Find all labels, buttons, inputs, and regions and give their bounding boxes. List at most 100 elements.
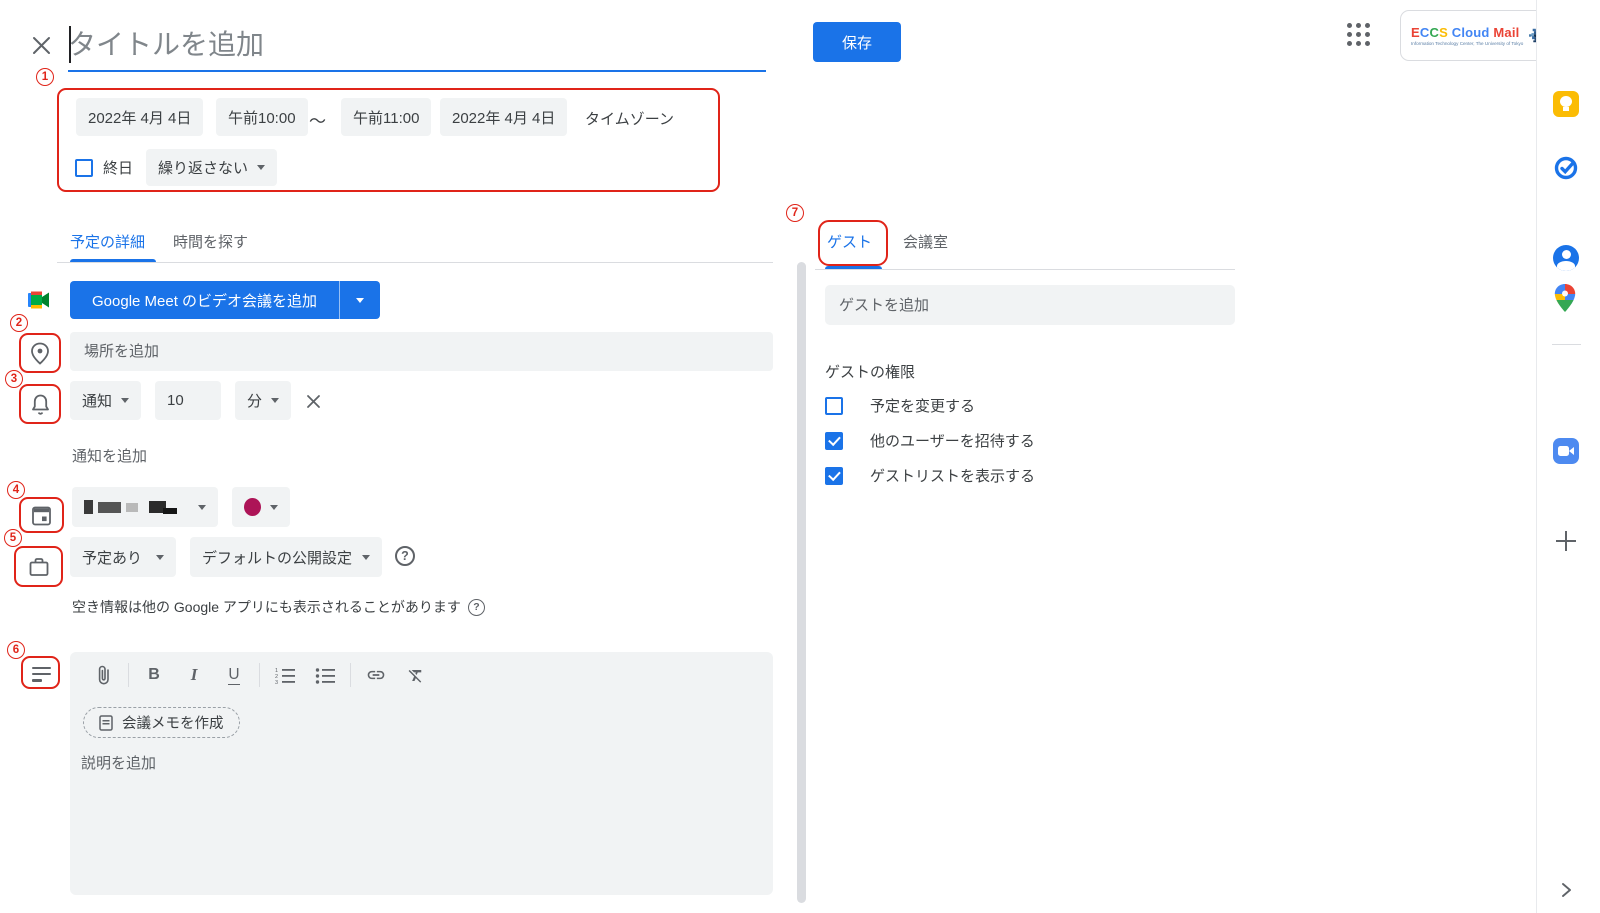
insert-link-icon[interactable] [361,661,391,689]
permission-row: ゲストリストを表示する [825,465,1035,486]
visibility-dropdown[interactable]: デフォルトの公開設定 [190,537,382,577]
chevron-down-icon [198,505,206,510]
brand-letter: S [1439,25,1448,40]
recurrence-label: 繰り返さない [158,157,248,178]
event-title-input[interactable] [68,29,766,61]
see-guest-list-checkbox[interactable] [825,467,843,485]
google-keep-icon[interactable] [1553,91,1579,117]
all-day-checkbox[interactable] [75,159,93,177]
collapse-panel-chevron-icon[interactable] [1556,880,1576,905]
brand-letter: C [1429,25,1439,40]
toolbar-divider [128,663,129,687]
add-meet-conference-button[interactable]: Google Meet のビデオ会議を追加 [70,281,339,319]
add-guests-field[interactable] [825,285,1235,325]
chevron-down-icon [257,165,265,170]
guest-permissions-title: ゲストの権限 [825,361,915,382]
start-time-button[interactable]: 午前10:00 [216,98,308,136]
annotation-1: 1 [36,68,54,86]
notification-unit-label: 分 [247,390,262,411]
bulleted-list-icon[interactable] [310,661,340,689]
start-date-label: 2022年 4月 4日 [88,107,191,128]
invite-others-checkbox[interactable] [825,432,843,450]
all-day-label: 終日 [103,157,133,178]
event-title-field[interactable] [68,20,766,72]
annotation-2: 2 [10,314,28,332]
tab-event-details[interactable]: 予定の詳細 [70,231,145,252]
google-tasks-icon[interactable] [1553,155,1579,181]
annotation-7: 7 [786,204,804,222]
notification-unit-dropdown[interactable]: 分 [235,381,291,420]
notification-minutes-field[interactable] [155,381,221,420]
notification-type-dropdown[interactable]: 通知 [70,381,141,420]
location-pin-icon [28,341,52,365]
attach-file-icon[interactable] [88,661,118,689]
availability-note-text: 空き情報は他の Google アプリにも表示されることがあります [72,597,461,617]
permission-label: 予定を変更する [870,395,975,416]
meet-options-dropdown[interactable] [339,281,380,319]
briefcase-icon [27,555,51,579]
chevron-down-icon [156,555,164,560]
permission-row: 予定を変更する [825,395,975,416]
permission-row: 他のユーザーを招待する [825,430,1035,451]
recurrence-dropdown[interactable]: 繰り返さない [146,149,277,186]
modify-event-checkbox[interactable] [825,397,843,415]
close-button[interactable] [28,32,54,58]
remove-notification-button[interactable] [303,391,323,411]
event-color-dropdown[interactable] [232,487,290,527]
add-guests-input[interactable] [825,285,1235,325]
formatting-toolbar: B I U 1 2 3 [88,661,431,689]
end-time-label: 午前11:00 [353,107,419,128]
event-color-swatch [244,498,261,516]
add-meet-conference-split-button: Google Meet のビデオ会議を追加 [70,281,380,319]
bold-icon[interactable]: B [139,661,169,689]
clear-formatting-icon[interactable] [401,661,431,689]
italic-icon[interactable]: I [179,661,209,689]
description-placeholder[interactable]: 説明を追加 [81,752,156,773]
guests-tabs-divider [815,269,1235,270]
chevron-down-icon [362,555,370,560]
close-icon [32,36,51,55]
brand-subtitle: Information Technology Center, The Unive… [1411,41,1523,46]
timezone-button[interactable]: タイムゾーン [585,108,674,129]
availability-note: 空き情報は他の Google アプリにも表示されることがあります ? [72,597,485,617]
chevron-down-icon [121,398,129,403]
brand-title: ECCS Cloud Mail [1411,25,1523,40]
google-maps-icon[interactable] [1553,283,1579,309]
tab-find-time[interactable]: 時間を探す [173,231,248,252]
notification-minutes-input[interactable] [155,381,221,420]
brand-word-cloud: Cloud [1448,25,1493,40]
all-day-row: 終日 [75,157,133,178]
availability-help-icon[interactable]: ? [468,599,485,616]
notification-type-label: 通知 [82,390,112,411]
eccs-cloud-mail-logo: ECCS Cloud Mail Information Technology C… [1400,10,1548,61]
add-notification-button[interactable]: 通知を追加 [72,445,147,466]
start-time-label: 午前10:00 [228,107,296,128]
brand-letter: E [1411,25,1420,40]
google-apps-grid-icon[interactable] [1347,23,1372,48]
time-range-separator: ～ [309,107,326,132]
visibility-label: デフォルトの公開設定 [202,547,352,568]
annotation-6: 6 [7,641,25,659]
google-meet-icon [27,288,51,312]
location-input[interactable] [70,332,773,371]
end-date-button[interactable]: 2022年 4月 4日 [440,98,567,136]
calendar-select-dropdown[interactable] [72,487,218,527]
numbered-list-icon[interactable]: 1 2 3 [270,661,300,689]
save-button[interactable]: 保存 [813,22,901,62]
location-field[interactable] [70,332,773,371]
description-editor[interactable]: B I U 1 2 3 [70,652,773,895]
start-date-button[interactable]: 2022年 4月 4日 [76,98,203,136]
toolbar-divider [259,663,260,687]
busy-status-dropdown[interactable]: 予定あり [70,537,176,577]
meeting-notes-label: 会議メモを作成 [122,712,224,733]
google-contacts-icon[interactable] [1553,245,1579,271]
visibility-help-button[interactable]: ? [395,546,415,566]
create-meeting-notes-button[interactable]: 会議メモを作成 [83,707,240,738]
underline-icon[interactable]: U [219,661,249,689]
video-conference-app-icon[interactable] [1553,438,1579,464]
tab-guests[interactable]: ゲスト [827,231,872,252]
get-addons-plus-icon[interactable] [1553,528,1579,554]
tab-rooms[interactable]: 会議室 [903,231,948,252]
left-panel-scrollbar[interactable] [797,262,806,903]
end-time-button[interactable]: 午前11:00 [341,98,431,136]
